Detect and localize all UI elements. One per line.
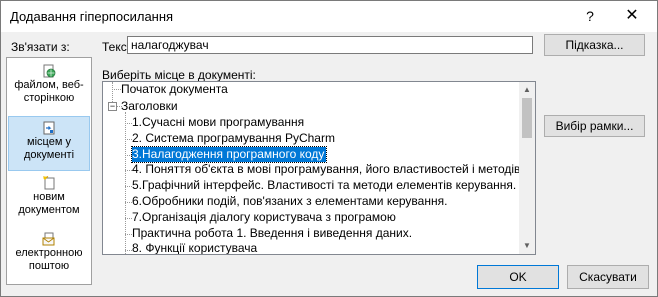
tree-connector: [112, 89, 121, 90]
select-place-label: Виберіть місце в документі:: [102, 68, 256, 82]
link-to-label-0: файлом, веб-сторінкою: [14, 79, 84, 104]
link-to-panel: файлом, веб-сторінкою місцем у документі…: [6, 57, 92, 285]
tree-scrollbar[interactable]: ▲ ▼: [519, 82, 535, 254]
close-button[interactable]: ✕: [621, 5, 643, 27]
link-to-file-web[interactable]: файлом, веб-сторінкою: [8, 60, 90, 115]
cancel-button[interactable]: Скасувати: [567, 265, 649, 289]
tree-connector: [125, 112, 126, 254]
tree-item-headings[interactable]: Заголовки: [121, 99, 178, 114]
link-to-email[interactable]: електронною поштою: [8, 228, 90, 283]
tree-item-heading-8[interactable]: 8. Функції користувача: [132, 241, 257, 254]
scroll-down-icon[interactable]: ▼: [519, 238, 535, 254]
tree-item-heading-3-selected[interactable]: 3.Налагодження програмного коду: [130, 146, 328, 163]
title-bar: Додавання гіперпосилання ? ✕: [1, 1, 657, 32]
new-document-icon: [43, 176, 55, 190]
tree-connector: [125, 186, 132, 187]
tree-connector: [112, 82, 113, 102]
web-page-file-icon: [43, 64, 56, 78]
tree-item-heading-6[interactable]: 6.Обробники подій, пов'язаних з елемента…: [132, 194, 447, 209]
dialog-title: Додавання гіперпосилання: [10, 9, 174, 24]
tree-connector: [125, 155, 132, 156]
target-frame-button[interactable]: Вибір рамки...: [544, 115, 645, 137]
tree-connector: [125, 202, 132, 203]
email-icon: [42, 232, 55, 246]
scroll-up-icon[interactable]: ▲: [519, 82, 535, 98]
link-to-label: Зв'язати з:: [11, 40, 70, 54]
tree-connector: [125, 139, 132, 140]
help-button[interactable]: ?: [579, 5, 601, 27]
hyperlink-dialog: Додавання гіперпосилання ? ✕ Зв'язати з:…: [0, 0, 658, 297]
scroll-thumb[interactable]: [522, 98, 532, 138]
tree-item-practical-work-1[interactable]: Практична робота 1. Введення і виведення…: [132, 226, 412, 241]
screen-tip-button[interactable]: Підказка...: [544, 34, 645, 56]
tree-connector: [125, 170, 132, 171]
place-in-document-icon: [43, 121, 55, 135]
link-to-label-1: місцем у документі: [23, 136, 75, 161]
tree-connector: [125, 250, 132, 251]
link-to-label-3: електронною поштою: [15, 247, 83, 272]
link-to-place-in-document[interactable]: місцем у документі: [8, 116, 90, 171]
tree-item-heading-4[interactable]: 4. Поняття об'єкта в мові програмування,…: [132, 162, 524, 177]
link-to-new-document[interactable]: новим документом: [8, 172, 90, 227]
display-text-input[interactable]: [127, 36, 533, 54]
tree-connector: [125, 234, 132, 235]
tree-connector: [125, 123, 132, 124]
tree-item-heading-2[interactable]: 2. Система програмування PyCharm: [132, 131, 335, 146]
tree-item-heading-1[interactable]: 1.Сучасні мови програмування: [132, 115, 304, 130]
tree-item-heading-7[interactable]: 7.Організація діалогу користувача з прог…: [132, 210, 396, 225]
link-to-label-2: новим документом: [18, 191, 80, 216]
tree-item-document-start[interactable]: Початок документа: [121, 82, 228, 97]
document-place-tree[interactable]: Початок документа − Заголовки 1.Сучасні …: [102, 81, 536, 255]
tree-item-heading-5[interactable]: 5.Графічний інтерфейс. Властивості та ме…: [132, 178, 516, 193]
tree-connector: [125, 218, 132, 219]
ok-button[interactable]: OK: [477, 265, 559, 289]
collapse-icon[interactable]: −: [108, 102, 117, 111]
